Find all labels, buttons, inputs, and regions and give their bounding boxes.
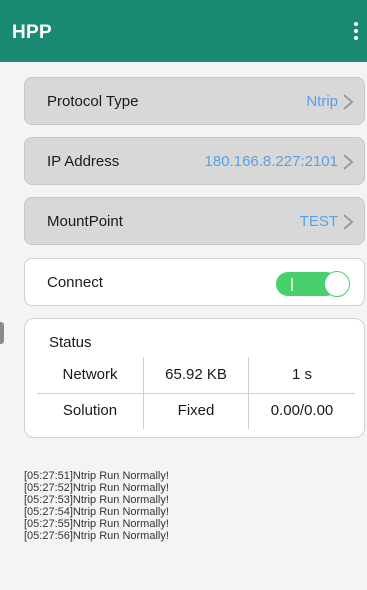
- log-output: [05:27:51]Ntrip Run Normally! [05:27:52]…: [24, 470, 354, 542]
- status-table: Network 65.92 KB 1 s Solution Fixed 0.00…: [37, 357, 355, 429]
- log-line: [05:27:56]Ntrip Run Normally!: [24, 530, 169, 542]
- connect-label: Connect: [47, 274, 103, 291]
- toggle-knob: [324, 271, 350, 297]
- protocol-type-label: Protocol Type: [47, 93, 139, 110]
- mountpoint-row[interactable]: MountPoint TEST: [24, 197, 365, 245]
- app-bar: HPP: [0, 0, 367, 62]
- log-line: [05:27:51]Ntrip Run Normally!: [24, 470, 169, 482]
- chevron-right-icon: [343, 154, 354, 170]
- connect-row: Connect: [24, 258, 365, 306]
- ip-address-row[interactable]: IP Address 180.166.8.227:2101: [24, 137, 365, 185]
- log-line: [05:27:55]Ntrip Run Normally!: [24, 518, 169, 530]
- mountpoint-label: MountPoint: [47, 213, 123, 230]
- protocol-type-value: Ntrip: [306, 93, 338, 110]
- status-row-name: Solution: [62, 402, 118, 419]
- status-row-name: Network: [62, 366, 118, 383]
- mountpoint-value: TEST: [299, 213, 338, 230]
- connect-toggle[interactable]: [276, 271, 350, 297]
- status-row-value: 65.92 KB: [165, 366, 227, 383]
- ip-address-label: IP Address: [47, 153, 120, 170]
- status-row-extra: 0.00/0.00: [270, 402, 334, 419]
- chevron-right-icon: [343, 94, 354, 110]
- protocol-type-row[interactable]: Protocol Type Ntrip: [24, 77, 365, 125]
- toggle-on-indicator: [291, 278, 293, 291]
- log-line: [05:27:54]Ntrip Run Normally!: [24, 506, 169, 518]
- app-title: HPP: [12, 22, 52, 43]
- status-card: Status Network 65.92 KB 1 s Solution Fix…: [24, 318, 365, 438]
- chevron-right-icon: [343, 214, 354, 230]
- table-divider: [37, 393, 355, 394]
- status-title: Status: [49, 334, 92, 351]
- more-vertical-icon[interactable]: [353, 22, 359, 42]
- log-line: [05:27:53]Ntrip Run Normally!: [24, 494, 169, 506]
- ip-address-value: 180.166.8.227:2101: [204, 153, 338, 170]
- drawer-handle[interactable]: [0, 322, 4, 344]
- status-row-extra: 1 s: [291, 366, 312, 383]
- log-line: [05:27:52]Ntrip Run Normally!: [24, 482, 169, 494]
- status-row-value: Fixed: [177, 402, 215, 419]
